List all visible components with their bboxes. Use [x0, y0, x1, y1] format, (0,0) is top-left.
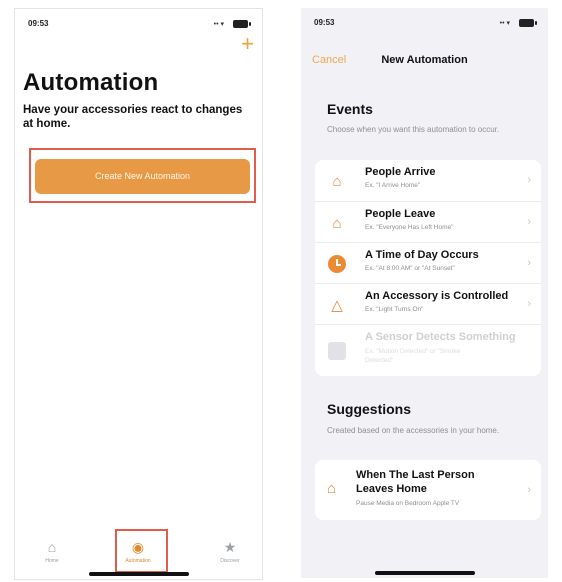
- battery-icon: [233, 20, 251, 28]
- new-automation-screen: 09:53 •• ▾ New Automation Cancel Events …: [301, 8, 548, 578]
- event-time-of-day[interactable]: A Time of Day Occurs Ex. "At 8:00 AM" or…: [315, 242, 541, 284]
- event-title: An Accessory is Controlled: [365, 290, 509, 302]
- home-indicator: [375, 571, 475, 575]
- home-indicator: [89, 572, 189, 576]
- create-new-automation-button[interactable]: Create New Automation: [35, 159, 250, 194]
- events-subtitle: Choose when you want this automation to …: [327, 125, 500, 134]
- suggestions-subtitle: Created based on the accessories in your…: [327, 426, 500, 435]
- page-subtitle: Have your accessories react to changes a…: [23, 104, 243, 130]
- status-time: 09:53: [28, 19, 49, 28]
- event-title: A Time of Day Occurs: [365, 249, 479, 261]
- battery-icon: [519, 19, 537, 27]
- event-subtitle: Ex. "Light Turns On": [365, 306, 424, 313]
- events-title: Events: [327, 101, 373, 117]
- page-title: Automation: [23, 69, 159, 96]
- status-bar: 09:53 •• ▾: [301, 14, 548, 30]
- event-people-leave[interactable]: ⌂ People Leave Ex. "Everyone Has Left Ho…: [315, 201, 541, 243]
- suggestion-last-person-leaves[interactable]: ⌂ When The Last Person Leaves Home Pause…: [315, 460, 541, 520]
- suggestions-list: ⌂ When The Last Person Leaves Home Pause…: [315, 460, 541, 520]
- add-automation-button[interactable]: +: [241, 33, 254, 55]
- accessory-icon: △: [331, 297, 343, 314]
- chevron-right-icon: ›: [527, 298, 531, 310]
- tab-discover[interactable]: ★ Discover: [205, 539, 255, 564]
- house-person-icon: ⌂: [332, 172, 342, 190]
- highlight-box-automation-tab: [115, 529, 168, 573]
- suggestions-title: Suggestions: [327, 401, 412, 417]
- automation-screen: 09:53 •• ▾ + Automation Have your access…: [14, 8, 263, 580]
- event-title: A Sensor Detects Something: [365, 331, 516, 343]
- sensor-icon: [327, 341, 347, 361]
- events-list: ⌂ People Arrive Ex. "I Arrive Home" › ⌂ …: [315, 160, 541, 376]
- cancel-button[interactable]: Cancel: [312, 54, 346, 66]
- chevron-right-icon: ›: [527, 257, 531, 269]
- tab-home-label: Home: [45, 558, 59, 564]
- house-person-icon: ⌂: [327, 480, 337, 497]
- clock-icon: [327, 254, 347, 274]
- chevron-right-icon: ›: [527, 216, 531, 228]
- event-people-arrive[interactable]: ⌂ People Arrive Ex. "I Arrive Home" ›: [315, 160, 541, 201]
- event-accessory-controlled[interactable]: △ An Accessory is Controlled Ex. "Light …: [315, 283, 541, 325]
- chevron-right-icon: ›: [527, 174, 531, 186]
- status-bar: 09:53 •• ▾: [15, 15, 262, 31]
- house-person-icon: ⌂: [332, 214, 342, 232]
- event-title: People Arrive: [365, 166, 436, 178]
- suggestion-title: When The Last Person Leaves Home: [356, 469, 475, 495]
- tab-home[interactable]: ⌂ Home: [27, 539, 77, 564]
- event-sensor-detects: A Sensor Detects Something Ex. "Motion D…: [315, 324, 541, 376]
- tab-discover-label: Discover: [220, 558, 240, 564]
- event-title: People Leave: [365, 208, 436, 220]
- home-icon: ⌂: [47, 539, 57, 555]
- chevron-right-icon: ›: [527, 484, 531, 496]
- status-time: 09:53: [314, 18, 335, 27]
- event-subtitle: Ex. "At 8:00 AM" or "At Sunset": [365, 265, 455, 272]
- event-subtitle: Ex. "I Arrive Home": [365, 182, 421, 189]
- event-subtitle: Ex. "Everyone Has Left Home": [365, 224, 454, 231]
- wifi-icon: •• ▾: [499, 20, 510, 27]
- event-subtitle: Ex. "Motion Detected" or "Smoke Detected…: [365, 348, 461, 364]
- star-icon: ★: [223, 539, 237, 555]
- wifi-icon: •• ▾: [213, 21, 224, 28]
- suggestion-subtitle: Pause Media on Bedroom Apple TV: [356, 500, 460, 507]
